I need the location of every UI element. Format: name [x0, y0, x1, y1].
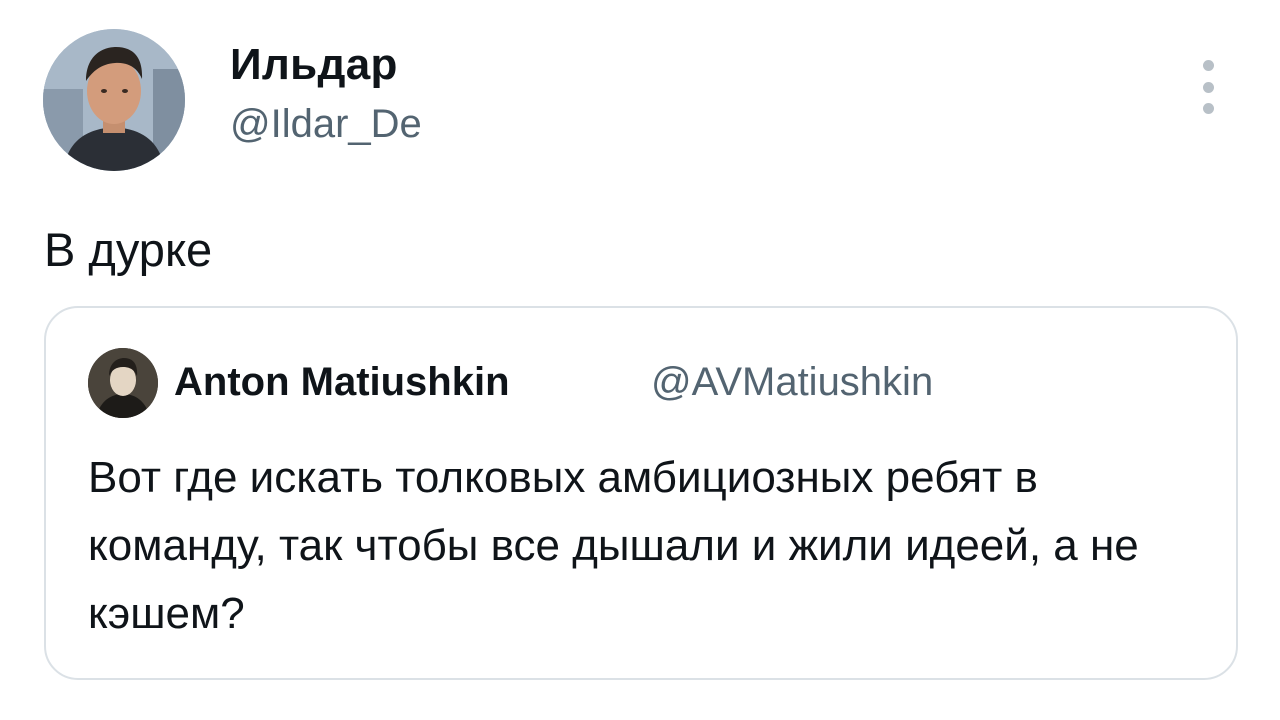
quoted-author-handle[interactable]: @AVMatiushkin: [651, 360, 933, 405]
author-name[interactable]: Ильдар: [230, 40, 398, 90]
tweet: Ильдар @Ildar_De В дурке Anton Matiushki…: [0, 0, 1280, 720]
author-handle[interactable]: @Ildar_De: [230, 102, 422, 147]
quoted-author-avatar[interactable]: [88, 348, 158, 418]
quoted-tweet-text: Вот где искать толковых амбициозных ребя…: [88, 453, 1139, 638]
tweet-text: В дурке: [44, 223, 213, 276]
dot: [1202, 81, 1214, 93]
dot: [1202, 103, 1214, 114]
more-vertical-icon[interactable]: [1196, 60, 1220, 114]
quoted-tweet-card[interactable]: Anton Matiushkin @AVMatiushkin Вот где и…: [44, 306, 1238, 680]
dot: [1202, 60, 1214, 71]
author-avatar[interactable]: [43, 29, 185, 171]
quoted-author-name[interactable]: Anton Matiushkin: [174, 360, 510, 405]
